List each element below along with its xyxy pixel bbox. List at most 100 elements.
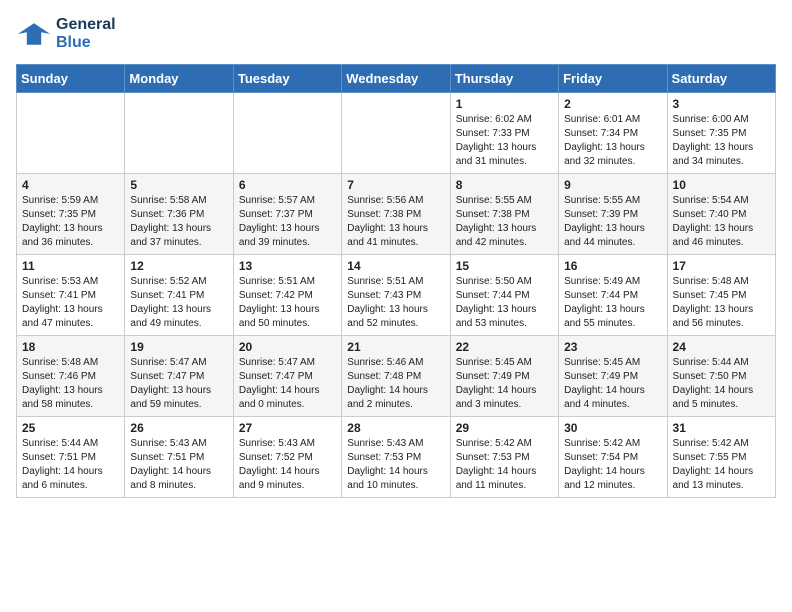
day-number: 28 bbox=[347, 421, 444, 435]
day-info: Sunrise: 5:43 AM Sunset: 7:51 PM Dayligh… bbox=[130, 437, 227, 493]
day-number: 14 bbox=[347, 259, 444, 273]
calendar-table: SundayMondayTuesdayWednesdayThursdayFrid… bbox=[16, 64, 776, 498]
day-number: 29 bbox=[456, 421, 553, 435]
calendar-cell: 10 Sunrise: 5:54 AM Sunset: 7:40 PM Dayli… bbox=[667, 174, 775, 255]
day-info: Sunrise: 5:55 AM Sunset: 7:38 PM Dayligh… bbox=[456, 194, 553, 250]
calendar-cell: 9Sunrise: 5:55 AM Sunset: 7:39 PM Daylig… bbox=[559, 174, 667, 255]
calendar-cell: 19 Sunrise: 5:47 AM Sunset: 7:47 PM Dayli… bbox=[125, 336, 233, 417]
day-info: Sunrise: 5:51 AM Sunset: 7:42 PM Dayligh… bbox=[239, 275, 336, 331]
week-row-3: 18 Sunrise: 5:48 AM Sunset: 7:46 PM Dayli… bbox=[17, 336, 776, 417]
calendar-cell bbox=[17, 93, 125, 174]
calendar-cell: 14Sunrise: 5:51 AM Sunset: 7:43 PM Dayli… bbox=[342, 255, 450, 336]
calendar-cell: 13 Sunrise: 5:51 AM Sunset: 7:42 PM Dayli… bbox=[233, 255, 341, 336]
day-info: Sunrise: 5:56 AM Sunset: 7:38 PM Dayligh… bbox=[347, 194, 444, 250]
day-info: Sunrise: 5:42 AM Sunset: 7:55 PM Dayligh… bbox=[673, 437, 770, 493]
calendar-cell bbox=[342, 93, 450, 174]
day-number: 9 bbox=[564, 178, 661, 192]
day-info: Sunrise: 5:48 AM Sunset: 7:46 PM Dayligh… bbox=[22, 356, 119, 412]
day-info: Sunrise: 5:53 AM Sunset: 7:41 PM Dayligh… bbox=[22, 275, 119, 331]
weekday-tuesday: Tuesday bbox=[233, 65, 341, 93]
day-info: Sunrise: 5:52 AM Sunset: 7:41 PM Dayligh… bbox=[130, 275, 227, 331]
logo: General Blue bbox=[16, 16, 116, 52]
day-info: Sunrise: 5:45 AM Sunset: 7:49 PM Dayligh… bbox=[456, 356, 553, 412]
day-info: Sunrise: 5:43 AM Sunset: 7:53 PM Dayligh… bbox=[347, 437, 444, 493]
day-info: Sunrise: 5:45 AM Sunset: 7:49 PM Dayligh… bbox=[564, 356, 661, 412]
calendar-cell: 11 Sunrise: 5:53 AM Sunset: 7:41 PM Dayli… bbox=[17, 255, 125, 336]
day-number: 13 bbox=[239, 259, 336, 273]
week-row-4: 25 Sunrise: 5:44 AM Sunset: 7:51 PM Dayli… bbox=[17, 417, 776, 498]
day-number: 6 bbox=[239, 178, 336, 192]
day-info: Sunrise: 5:46 AM Sunset: 7:48 PM Dayligh… bbox=[347, 356, 444, 412]
calendar-cell: 20Sunrise: 5:47 AM Sunset: 7:47 PM Dayli… bbox=[233, 336, 341, 417]
day-number: 26 bbox=[130, 421, 227, 435]
calendar-cell: 17Sunrise: 5:48 AM Sunset: 7:45 PM Dayli… bbox=[667, 255, 775, 336]
calendar-cell bbox=[233, 93, 341, 174]
day-number: 30 bbox=[564, 421, 661, 435]
day-number: 19 bbox=[130, 340, 227, 354]
day-number: 8 bbox=[456, 178, 553, 192]
calendar-cell: 4 Sunrise: 5:59 AM Sunset: 7:35 PM Daylig… bbox=[17, 174, 125, 255]
calendar-cell: 1Sunrise: 6:02 AM Sunset: 7:33 PM Daylig… bbox=[450, 93, 558, 174]
day-info: Sunrise: 5:54 AM Sunset: 7:40 PM Dayligh… bbox=[673, 194, 770, 250]
day-number: 27 bbox=[239, 421, 336, 435]
calendar-body: 1Sunrise: 6:02 AM Sunset: 7:33 PM Daylig… bbox=[17, 93, 776, 498]
day-info: Sunrise: 5:59 AM Sunset: 7:35 PM Dayligh… bbox=[22, 194, 119, 250]
day-info: Sunrise: 5:57 AM Sunset: 7:37 PM Dayligh… bbox=[239, 194, 336, 250]
calendar-cell: 3 Sunrise: 6:00 AM Sunset: 7:35 PM Daylig… bbox=[667, 93, 775, 174]
day-number: 18 bbox=[22, 340, 119, 354]
weekday-monday: Monday bbox=[125, 65, 233, 93]
day-number: 5 bbox=[130, 178, 227, 192]
week-row-2: 11 Sunrise: 5:53 AM Sunset: 7:41 PM Dayli… bbox=[17, 255, 776, 336]
calendar-cell: 30Sunrise: 5:42 AM Sunset: 7:54 PM Dayli… bbox=[559, 417, 667, 498]
calendar-cell: 15 Sunrise: 5:50 AM Sunset: 7:44 PM Dayli… bbox=[450, 255, 558, 336]
logo-text: General Blue bbox=[56, 16, 116, 51]
calendar-cell: 27 Sunrise: 5:43 AM Sunset: 7:52 PM Dayli… bbox=[233, 417, 341, 498]
day-info: Sunrise: 5:50 AM Sunset: 7:44 PM Dayligh… bbox=[456, 275, 553, 331]
calendar-cell: 29Sunrise: 5:42 AM Sunset: 7:53 PM Dayli… bbox=[450, 417, 558, 498]
day-number: 10 bbox=[673, 178, 770, 192]
day-info: Sunrise: 6:01 AM Sunset: 7:34 PM Dayligh… bbox=[564, 113, 661, 169]
calendar-cell: 7 Sunrise: 5:56 AM Sunset: 7:38 PM Daylig… bbox=[342, 174, 450, 255]
day-number: 4 bbox=[22, 178, 119, 192]
calendar-cell: 23 Sunrise: 5:45 AM Sunset: 7:49 PM Dayli… bbox=[559, 336, 667, 417]
calendar-cell: 24 Sunrise: 5:44 AM Sunset: 7:50 PM Dayli… bbox=[667, 336, 775, 417]
day-info: Sunrise: 5:44 AM Sunset: 7:50 PM Dayligh… bbox=[673, 356, 770, 412]
weekday-header-row: SundayMondayTuesdayWednesdayThursdayFrid… bbox=[17, 65, 776, 93]
day-number: 1 bbox=[456, 97, 553, 111]
day-number: 7 bbox=[347, 178, 444, 192]
calendar-cell bbox=[125, 93, 233, 174]
day-info: Sunrise: 5:43 AM Sunset: 7:52 PM Dayligh… bbox=[239, 437, 336, 493]
day-info: Sunrise: 5:58 AM Sunset: 7:36 PM Dayligh… bbox=[130, 194, 227, 250]
day-number: 3 bbox=[673, 97, 770, 111]
day-info: Sunrise: 5:44 AM Sunset: 7:51 PM Dayligh… bbox=[22, 437, 119, 493]
day-number: 23 bbox=[564, 340, 661, 354]
calendar-cell: 8 Sunrise: 5:55 AM Sunset: 7:38 PM Daylig… bbox=[450, 174, 558, 255]
weekday-saturday: Saturday bbox=[667, 65, 775, 93]
logo-icon bbox=[16, 16, 52, 52]
day-info: Sunrise: 6:00 AM Sunset: 7:35 PM Dayligh… bbox=[673, 113, 770, 169]
weekday-wednesday: Wednesday bbox=[342, 65, 450, 93]
day-number: 11 bbox=[22, 259, 119, 273]
calendar-cell: 18 Sunrise: 5:48 AM Sunset: 7:46 PM Dayli… bbox=[17, 336, 125, 417]
calendar-cell: 12Sunrise: 5:52 AM Sunset: 7:41 PM Dayli… bbox=[125, 255, 233, 336]
weekday-thursday: Thursday bbox=[450, 65, 558, 93]
week-row-1: 4 Sunrise: 5:59 AM Sunset: 7:35 PM Daylig… bbox=[17, 174, 776, 255]
calendar-cell: 31 Sunrise: 5:42 AM Sunset: 7:55 PM Dayli… bbox=[667, 417, 775, 498]
day-number: 31 bbox=[673, 421, 770, 435]
calendar-cell: 28 Sunrise: 5:43 AM Sunset: 7:53 PM Dayli… bbox=[342, 417, 450, 498]
day-info: Sunrise: 5:47 AM Sunset: 7:47 PM Dayligh… bbox=[130, 356, 227, 412]
week-row-0: 1Sunrise: 6:02 AM Sunset: 7:33 PM Daylig… bbox=[17, 93, 776, 174]
calendar-cell: 22 Sunrise: 5:45 AM Sunset: 7:49 PM Dayli… bbox=[450, 336, 558, 417]
calendar-cell: 26 Sunrise: 5:43 AM Sunset: 7:51 PM Dayli… bbox=[125, 417, 233, 498]
day-number: 22 bbox=[456, 340, 553, 354]
day-number: 2 bbox=[564, 97, 661, 111]
day-info: Sunrise: 5:48 AM Sunset: 7:45 PM Dayligh… bbox=[673, 275, 770, 331]
calendar-header: SundayMondayTuesdayWednesdayThursdayFrid… bbox=[17, 65, 776, 93]
calendar-cell: 2 Sunrise: 6:01 AM Sunset: 7:34 PM Daylig… bbox=[559, 93, 667, 174]
day-number: 15 bbox=[456, 259, 553, 273]
weekday-friday: Friday bbox=[559, 65, 667, 93]
day-number: 24 bbox=[673, 340, 770, 354]
calendar-cell: 5 Sunrise: 5:58 AM Sunset: 7:36 PM Daylig… bbox=[125, 174, 233, 255]
day-number: 25 bbox=[22, 421, 119, 435]
day-number: 21 bbox=[347, 340, 444, 354]
